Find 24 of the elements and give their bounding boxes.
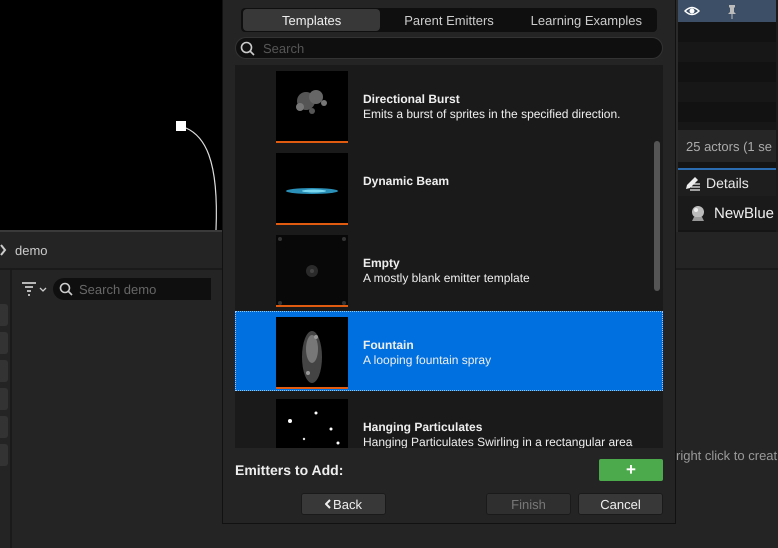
template-item[interactable]: Empty A mostly blank emitter template — [235, 229, 663, 309]
filter-tab[interactable]: Parent Emitters — [380, 9, 518, 31]
filter-tab[interactable]: Learning Examples — [518, 9, 655, 31]
search-field[interactable]: Search — [235, 37, 663, 59]
template-description: A mostly blank emitter template — [363, 271, 530, 285]
breadcrumb-folder[interactable]: demo — [15, 242, 48, 258]
dialog-button[interactable]: Cancel — [578, 493, 663, 515]
template-title: Fountain — [363, 338, 415, 352]
template-title: Empty — [363, 256, 401, 270]
actor-count: 25 actors (1 se — [686, 138, 772, 154]
dialog-button[interactable]: Back — [301, 493, 386, 515]
template-item[interactable]: Dynamic Beam — [235, 147, 663, 227]
template-description: A looping fountain spray — [363, 353, 492, 367]
object-name: NewBlue — [714, 204, 774, 222]
filter-tab[interactable]: Templates — [243, 9, 380, 31]
template-item[interactable]: Fountain A looping fountain spray — [235, 311, 663, 391]
search-field[interactable]: Search demo — [53, 278, 211, 300]
template-title: Directional Burst — [363, 92, 461, 106]
emitters-label: Emitters to Add: — [235, 462, 344, 478]
template-description: Emits a burst of sprites in the specified direction. — [363, 107, 620, 121]
template-item[interactable]: Directional Burst Emits a burst of sprites in the specified direction. — [235, 65, 663, 145]
empty-folder-hint: right click to creat — [676, 448, 778, 463]
template-title: Dynamic Beam — [363, 174, 450, 188]
template-title: Hanging Particulates — [363, 420, 484, 434]
